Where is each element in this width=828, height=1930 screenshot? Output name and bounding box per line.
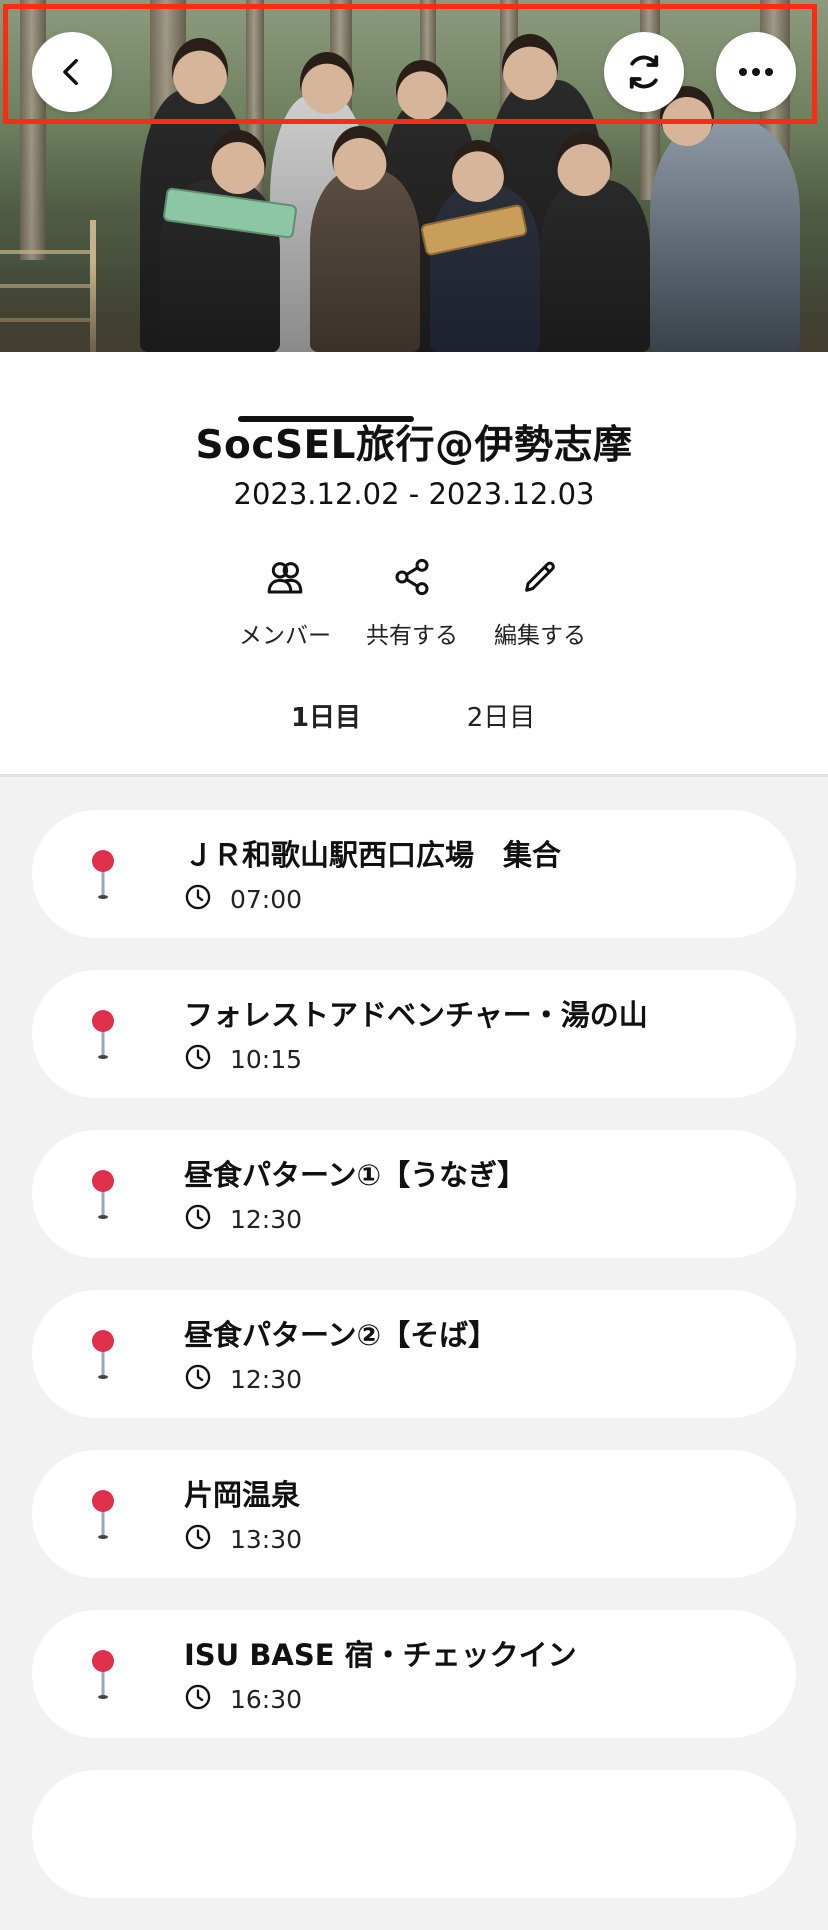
schedule-item[interactable]: フォレストアドベンチャー・湯の山 10:15 <box>32 970 796 1098</box>
schedule-item-name: 片岡温泉 <box>184 1478 301 1512</box>
map-pin-icon <box>90 1328 116 1380</box>
schedule-item-time-row: 16:30 <box>184 1684 302 1714</box>
share-label: 共有する <box>366 623 458 649</box>
schedule-item-time-row: 12:30 <box>184 1204 302 1234</box>
schedule-item-time-row: 13:30 <box>184 1524 302 1554</box>
map-pin-icon <box>90 1648 116 1700</box>
map-pin-icon <box>90 1488 116 1540</box>
refresh-button[interactable] <box>604 32 684 112</box>
schedule-item-partial[interactable] <box>32 1770 796 1898</box>
edit-label: 編集する <box>494 623 586 649</box>
schedule-item[interactable]: 昼食パターン②【そば】 12:30 <box>32 1290 796 1418</box>
map-pin-icon <box>90 1008 116 1060</box>
back-button[interactable] <box>32 32 112 112</box>
more-options-button[interactable] <box>716 32 796 112</box>
edit-button[interactable]: 編集する <box>485 552 595 650</box>
members-icon <box>230 552 340 602</box>
schedule-item-name: ISU BASE 宿・チェックイン <box>184 1638 577 1672</box>
trip-dates: 2023.12.02 - 2023.12.03 <box>233 477 595 511</box>
schedule-item-time: 16:30 <box>230 1684 303 1714</box>
map-pin-icon <box>90 1168 116 1220</box>
schedule-item-name: 昼食パターン①【うなぎ】 <box>184 1158 527 1192</box>
clock-icon <box>184 883 212 915</box>
clock-icon <box>184 1523 212 1555</box>
share-button[interactable]: 共有する <box>357 552 467 650</box>
schedule-item-time: 10:15 <box>230 1044 303 1074</box>
tabs-divider <box>0 774 828 777</box>
trip-cover-photo <box>0 0 828 352</box>
map-pin-icon <box>90 848 116 900</box>
schedule-item-name: ＪＲ和歌山駅西口広場 集合 <box>184 838 562 872</box>
schedule-item-time: 07:00 <box>230 884 303 914</box>
members-button[interactable]: メンバー <box>230 552 340 650</box>
members-label: メンバー <box>239 623 331 649</box>
share-icon <box>357 552 467 602</box>
schedule-item-name: 昼食パターン②【そば】 <box>184 1318 498 1352</box>
clock-icon <box>184 1043 212 1075</box>
schedule-item-time-row: 07:00 <box>184 884 302 914</box>
schedule-item-time: 12:30 <box>230 1364 303 1394</box>
clock-icon <box>184 1363 212 1395</box>
schedule-item-time-row: 12:30 <box>184 1364 302 1394</box>
schedule-item[interactable]: ISU BASE 宿・チェックイン 16:30 <box>32 1610 796 1738</box>
trip-actions: メンバー 共有する 編集する <box>0 552 828 662</box>
clock-icon <box>184 1203 212 1235</box>
pencil-icon <box>485 552 595 602</box>
schedule-item-time-row: 10:15 <box>184 1044 302 1074</box>
schedule-item-name: フォレストアドベンチャー・湯の山 <box>184 998 648 1032</box>
tab-day-2[interactable]: 2日目 <box>413 678 589 772</box>
day-tabs: 1日目 2日目 <box>0 678 828 776</box>
trip-info-panel: SocSEL旅行@伊勢志摩 2023.12.02 - 2023.12.03 メン… <box>0 352 828 776</box>
schedule-item[interactable]: 昼食パターン①【うなぎ】 12:30 <box>32 1130 796 1258</box>
tab-day-1[interactable]: 1日目 <box>238 678 414 772</box>
more-horizontal-icon <box>736 66 776 78</box>
schedule-item[interactable]: 片岡温泉 13:30 <box>32 1450 796 1578</box>
trip-title: SocSEL旅行@伊勢志摩 <box>195 423 633 468</box>
clock-icon <box>184 1683 212 1715</box>
refresh-icon <box>623 51 665 93</box>
selected-tab-indicator <box>238 416 414 422</box>
schedule-item[interactable]: ＪＲ和歌山駅西口広場 集合 07:00 <box>32 810 796 938</box>
schedule-item-time: 12:30 <box>230 1204 303 1234</box>
schedule-item-time: 13:30 <box>230 1524 303 1554</box>
chevron-left-icon <box>55 55 89 89</box>
schedule-list: ＪＲ和歌山駅西口広場 集合 07:00 フォレストアドベンチャー・湯の山 10:… <box>32 810 796 1930</box>
